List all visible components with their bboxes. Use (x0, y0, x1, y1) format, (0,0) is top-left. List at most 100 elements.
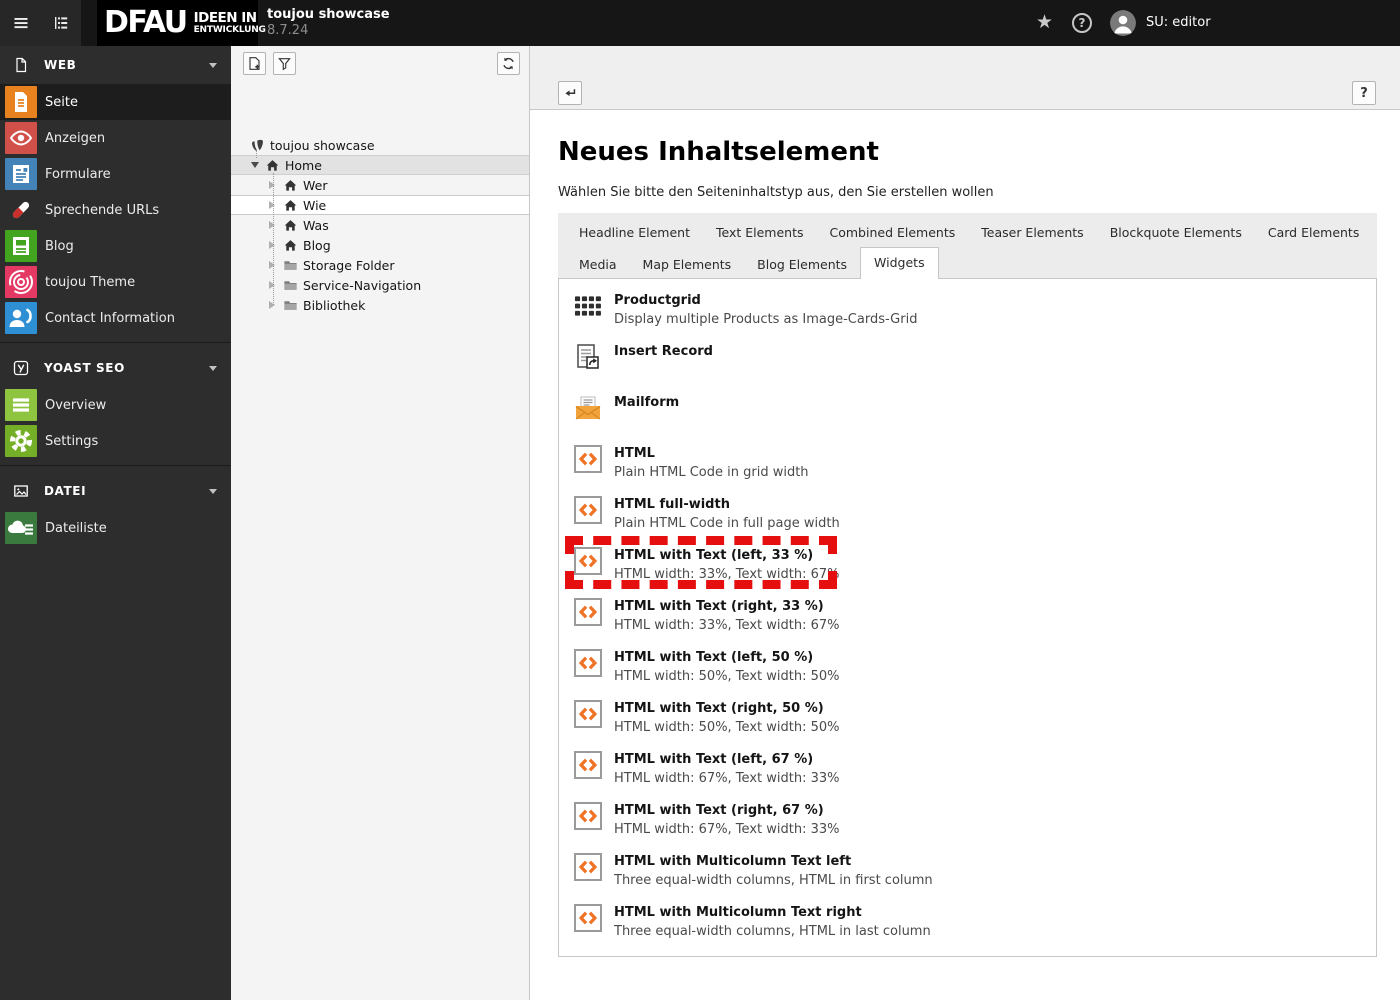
tab-teaser-elements[interactable]: Teaser Elements (968, 219, 1096, 246)
tree-node-wie[interactable]: Wie (231, 195, 529, 215)
tab-text-elements[interactable]: Text Elements (703, 219, 817, 246)
tree-node-service-navigation[interactable]: Service-Navigation (231, 275, 529, 295)
content-element-html-with-text-left-67[interactable]: HTML with Text (left, 67 %) HTML width: … (574, 751, 1376, 788)
content-element-html-with-text-right-67[interactable]: HTML with Text (right, 67 %) HTML width:… (574, 802, 1376, 839)
fingerprint-icon (5, 266, 37, 298)
sidebar-item-dateiliste[interactable]: Dateiliste (0, 510, 231, 546)
help-icon[interactable]: ? (1072, 13, 1092, 33)
pill-icon (5, 194, 37, 226)
tab-card-elements[interactable]: Card Elements (1255, 219, 1372, 246)
expand-arrow-icon[interactable] (269, 241, 281, 249)
typo3-backend: DFAU IDEEN IN ENTWICKLUNG toujou showcas… (0, 0, 1400, 1000)
tab-headline-element[interactable]: Headline Element (566, 219, 703, 246)
user-menu[interactable]: SU: editor (1146, 15, 1211, 30)
html-icon (574, 445, 602, 473)
tree-node-storage-folder[interactable]: Storage Folder (231, 255, 529, 275)
content-element-title: HTML full-width (614, 497, 730, 512)
content-element-html-with-text-left-33[interactable]: HTML with Text (left, 33 %) HTML width: … (565, 536, 1376, 589)
content-element-productgrid[interactable]: Productgrid Display multiple Products as… (574, 292, 1376, 329)
pagetree-panel: toujou showcase Home Wer Wie Was Blog St… (231, 46, 530, 1000)
tab-blockquote-elements[interactable]: Blockquote Elements (1097, 219, 1255, 246)
sidebar-item-toujou-theme[interactable]: toujou Theme (0, 264, 231, 300)
chevron-down-icon (209, 488, 217, 494)
tree-root[interactable]: toujou showcase (231, 135, 529, 155)
pagetree-toggle-icon[interactable] (53, 15, 69, 31)
widgets-panel: Productgrid Display multiple Products as… (558, 278, 1377, 957)
sidebar-item-label: toujou Theme (45, 274, 136, 290)
sidebar-item-label: Dateiliste (45, 520, 107, 536)
logo-tagline: IDEEN IN ENTWICKLUNG (193, 10, 266, 35)
tree-node-label: Storage Folder (303, 257, 395, 273)
tree-node-blog[interactable]: Blog (231, 235, 529, 255)
page-tree: toujou showcase Home Wer Wie Was Blog St… (231, 135, 529, 315)
tree-node-label: Wer (303, 177, 328, 193)
page-title: Neues Inhaltselement (558, 137, 879, 167)
sidebar-item-label: Seite (45, 94, 78, 110)
content-element-title: Mailform (614, 395, 680, 410)
content-element-html[interactable]: HTML Plain HTML Code in grid width (574, 445, 1376, 482)
expand-arrow-icon[interactable] (269, 261, 281, 269)
content-element-html-with-text-right-50[interactable]: HTML with Text (right, 50 %) HTML width:… (574, 700, 1376, 737)
blog-icon (5, 230, 37, 262)
expand-arrow-icon[interactable] (269, 181, 281, 189)
docheader: ? (530, 46, 1400, 110)
html-icon (574, 802, 602, 830)
tab-media[interactable]: Media (566, 251, 630, 278)
tree-node-label: Blog (303, 237, 331, 253)
tree-node-was[interactable]: Was (231, 215, 529, 235)
tab-combined-elements[interactable]: Combined Elements (817, 219, 969, 246)
section-label: DATEI (44, 484, 87, 498)
sidebar-item-contact-information[interactable]: Contact Information (0, 300, 231, 336)
sidebar-section-yoast-seo[interactable]: YOAST SEO (0, 349, 231, 387)
content-element-desc: Plain HTML Code in full page width (614, 516, 840, 531)
avatar[interactable] (1110, 10, 1136, 36)
sidebar-item-anzeigen[interactable]: Anzeigen (0, 120, 231, 156)
sidebar-item-settings[interactable]: Settings (0, 423, 231, 459)
expand-arrow-icon[interactable] (269, 221, 281, 229)
docheader-help-icon[interactable]: ? (1352, 81, 1376, 105)
folder-icon (283, 298, 298, 313)
expand-arrow-icon[interactable] (269, 301, 281, 309)
content-element-html-full-width[interactable]: HTML full-width Plain HTML Code in full … (574, 496, 1376, 533)
folder-icon (283, 278, 298, 293)
tree-node-label: Bibliothek (303, 297, 366, 313)
tree-node-wer[interactable]: Wer (231, 175, 529, 195)
tree-node-label: Wie (303, 197, 327, 213)
list-icon (5, 389, 37, 421)
content-element-html-multicolumn-right[interactable]: HTML with Multicolumn Text right Three e… (574, 904, 1376, 941)
new-page-icon[interactable] (243, 52, 266, 75)
menu-toggle-icon[interactable] (13, 15, 29, 31)
mailform-icon (574, 394, 602, 422)
tree-node-home[interactable]: Home (231, 155, 529, 175)
tab-widgets[interactable]: Widgets (860, 247, 939, 279)
sidebar-item-overview[interactable]: Overview (0, 387, 231, 423)
expand-arrow-icon[interactable] (269, 281, 281, 289)
sidebar-item-sprechende-urls[interactable]: Sprechende URLs (0, 192, 231, 228)
html-icon (574, 496, 602, 524)
sidebar-item-seite[interactable]: Seite (0, 84, 231, 120)
sidebar-item-formulare[interactable]: Formulare (0, 156, 231, 192)
expand-arrow-icon[interactable] (269, 201, 281, 209)
sidebar-section-datei[interactable]: DATEI (0, 472, 231, 510)
tab-map-elements[interactable]: Map Elements (630, 251, 745, 278)
tab-blog-elements[interactable]: Blog Elements (744, 251, 860, 278)
filter-icon[interactable] (273, 52, 296, 75)
page-subtitle: Wählen Sie bitte den Seiteninhaltstyp au… (558, 185, 994, 200)
sidebar-item-blog[interactable]: Blog (0, 228, 231, 264)
content-element-mailform[interactable]: Mailform (574, 394, 1376, 431)
content-element-html-with-text-right-33[interactable]: HTML with Text (right, 33 %) HTML width:… (574, 598, 1376, 635)
tree-node-bibliothek[interactable]: Bibliothek (231, 295, 529, 315)
chevron-down-icon (209, 62, 217, 68)
content-element-insert-record[interactable]: Insert Record (574, 343, 1376, 380)
bookmark-star-icon[interactable]: ★ (1036, 11, 1053, 33)
content-element-desc: HTML width: 67%, Text width: 33% (614, 822, 840, 837)
tree-node-label: Home (285, 157, 322, 173)
collapse-arrow-icon[interactable] (251, 162, 263, 168)
content-element-html-multicolumn-left[interactable]: HTML with Multicolumn Text left Three eq… (574, 853, 1376, 890)
sidebar-section-web[interactable]: WEB (0, 46, 231, 84)
folder-icon (283, 258, 298, 273)
content-element-html-with-text-left-50[interactable]: HTML with Text (left, 50 %) HTML width: … (574, 649, 1376, 686)
content-element-title: Insert Record (614, 344, 713, 359)
refresh-icon[interactable] (497, 52, 520, 75)
back-return-icon[interactable] (558, 81, 582, 105)
